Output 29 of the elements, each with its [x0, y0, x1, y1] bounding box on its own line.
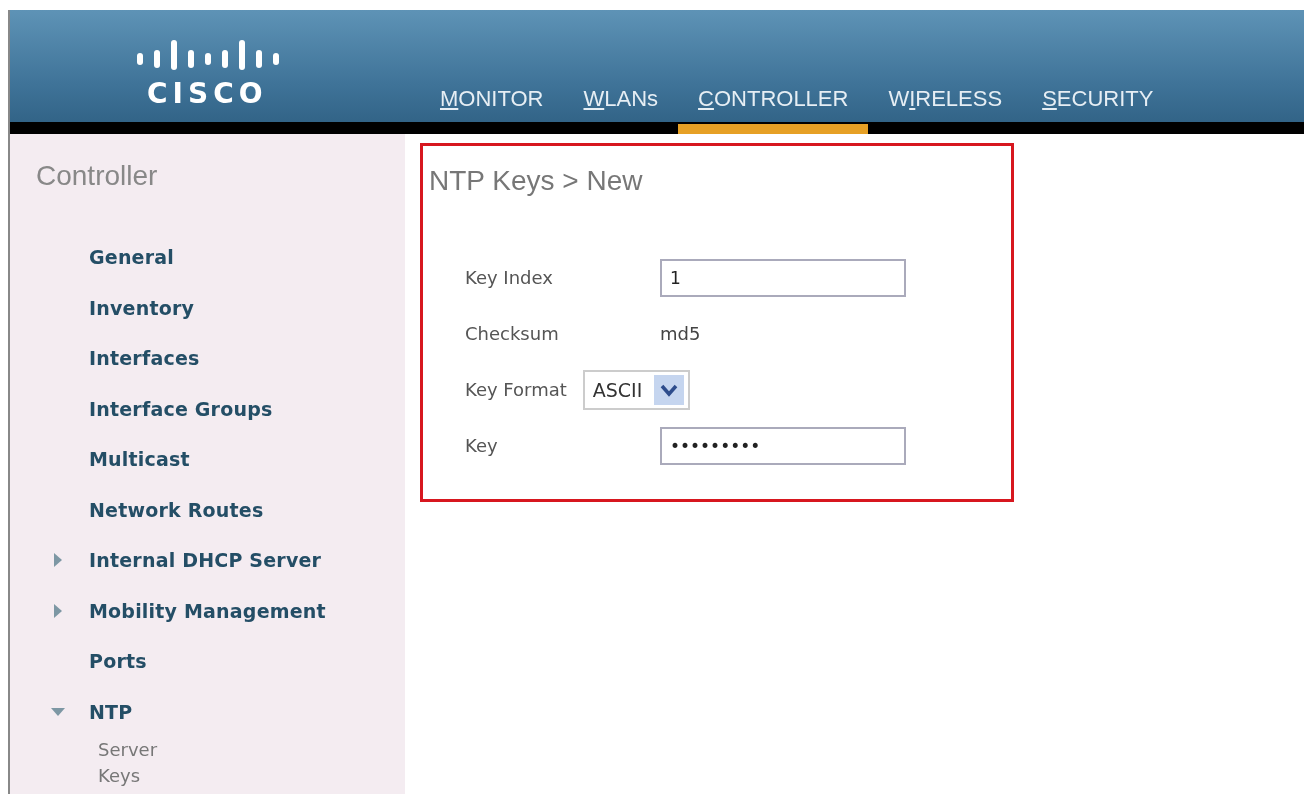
sidebar-subitem[interactable]: Server	[98, 737, 405, 763]
logo-bars-icon	[135, 38, 281, 72]
sidebar-item[interactable]: NTP	[89, 700, 133, 723]
nav-tab[interactable]: SECURITY	[1022, 10, 1174, 134]
nav-tab[interactable]: WLANs	[563, 10, 679, 134]
input-field[interactable]: •••••••••	[660, 426, 906, 465]
field-label: Key	[465, 435, 499, 457]
field-label: Key Format	[465, 379, 567, 401]
sidebar-title: Controller	[36, 162, 159, 190]
sidebar-subitem[interactable]: Keys	[98, 763, 405, 789]
select-field[interactable]: ASCII	[582, 369, 691, 410]
page-title: NTP Keys > New	[429, 164, 644, 198]
sidebar-item[interactable]: Internal DHCP Server	[89, 549, 322, 572]
sidebar-item[interactable]: Multicast	[89, 448, 190, 471]
sidebar-item[interactable]: Inventory	[89, 296, 195, 319]
nav-tab[interactable]: CONTROLLER	[678, 10, 869, 134]
nav-tab[interactable]: MONITOR	[420, 10, 564, 134]
sidebar-item[interactable]: Network Routes	[89, 498, 264, 521]
sidebar-item[interactable]: General	[89, 246, 174, 269]
field-label: Key Index	[465, 267, 554, 289]
field-label: Checksum	[465, 323, 560, 345]
logo-text: CISCO	[147, 80, 268, 108]
field-value: md5	[660, 323, 701, 345]
sidebar-item[interactable]: Ports	[89, 650, 147, 673]
sidebar-item[interactable]: Interface Groups	[89, 397, 273, 420]
sidebar-item[interactable]: Interfaces	[89, 347, 200, 370]
nav-tab[interactable]: WIRELESS	[868, 10, 1023, 134]
sidebar-item[interactable]: Mobility Management	[89, 599, 326, 622]
input-field[interactable]: 1	[660, 258, 906, 297]
